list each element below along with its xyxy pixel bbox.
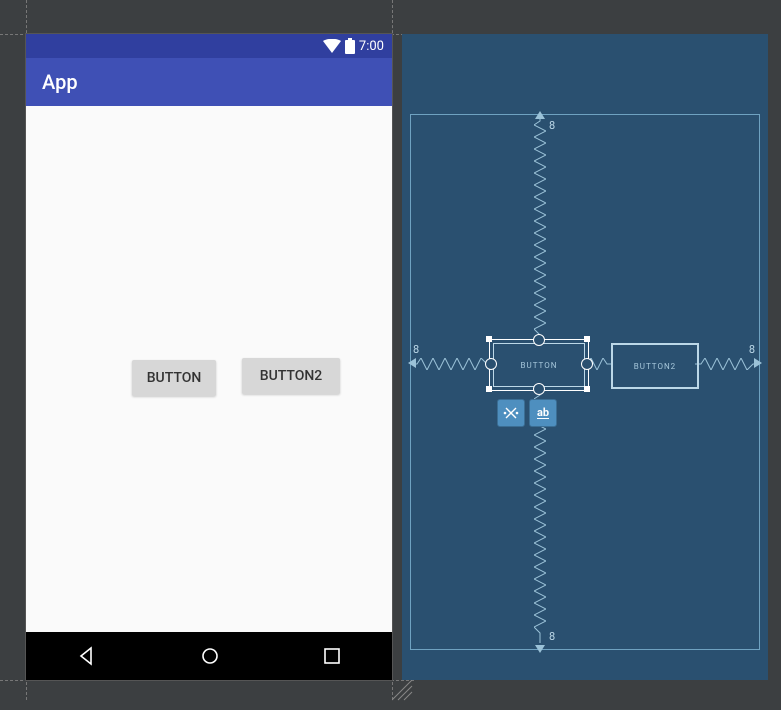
blueprint-button-2[interactable]: BUTTON2: [611, 343, 699, 389]
margin-top-label: 8: [549, 119, 555, 132]
wifi-icon: [323, 39, 341, 53]
battery-icon: [345, 38, 355, 54]
button-2-label: BUTTON2: [260, 368, 323, 384]
blueprint-button-1-label: BUTTON: [521, 361, 558, 370]
button-1[interactable]: BUTTON: [132, 360, 216, 396]
arrow-down-icon: [535, 645, 545, 653]
blueprint-root[interactable]: 8 8 8 8 BUTTON: [410, 114, 760, 650]
corner-handle[interactable]: [486, 386, 492, 392]
layout-editor: 7:00 App BUTTON BUTTON2: [0, 0, 781, 710]
blueprint-button-1[interactable]: BUTTON: [493, 343, 585, 387]
constraint-spring-right[interactable]: [695, 358, 759, 370]
home-icon[interactable]: [200, 646, 220, 666]
button-1-label: BUTTON: [147, 370, 202, 386]
button-2[interactable]: BUTTON2: [242, 358, 340, 394]
blueprint-button-2-label: BUTTON2: [634, 362, 676, 371]
edit-baseline-button[interactable]: ab: [529, 399, 557, 427]
margin-left-label: 8: [413, 343, 419, 356]
constraint-spring-top[interactable]: [534, 115, 546, 343]
constraint-spring-left[interactable]: [411, 358, 493, 370]
blueprint-view[interactable]: 8 8 8 8 BUTTON: [402, 34, 768, 680]
constraint-spring-bottom[interactable]: [534, 389, 546, 643]
android-nav-bar: [26, 632, 392, 680]
recent-icon[interactable]: [323, 647, 341, 665]
resize-grip-icon[interactable]: [392, 680, 414, 702]
arrow-left-icon: [408, 358, 416, 368]
design-preview-area: 7:00 App BUTTON BUTTON2: [14, 14, 402, 688]
handle-right[interactable]: [581, 358, 593, 370]
arrow-up-icon: [535, 111, 545, 119]
handle-top[interactable]: [533, 334, 545, 346]
status-bar: 7:00: [26, 34, 392, 58]
status-time: 7:00: [359, 39, 384, 54]
clear-constraints-icon: [503, 405, 519, 421]
margin-right-label: 8: [749, 343, 755, 356]
app-title: App: [42, 70, 78, 94]
back-icon[interactable]: [77, 646, 97, 666]
arrow-right-icon: [754, 358, 762, 368]
bounds-guide: [392, 0, 393, 700]
layout-content[interactable]: BUTTON BUTTON2: [26, 106, 392, 632]
handle-bottom[interactable]: [533, 383, 545, 395]
edit-baseline-label: ab: [537, 407, 549, 419]
corner-handle[interactable]: [486, 336, 492, 342]
app-bar: App: [26, 58, 392, 106]
corner-handle[interactable]: [584, 336, 590, 342]
device-frame: 7:00 App BUTTON BUTTON2: [26, 34, 392, 680]
margin-bottom-label: 8: [549, 630, 555, 643]
clear-constraints-button[interactable]: [497, 399, 525, 427]
handle-left[interactable]: [485, 358, 497, 370]
corner-handle[interactable]: [584, 386, 590, 392]
bounds-guide: [0, 680, 414, 681]
